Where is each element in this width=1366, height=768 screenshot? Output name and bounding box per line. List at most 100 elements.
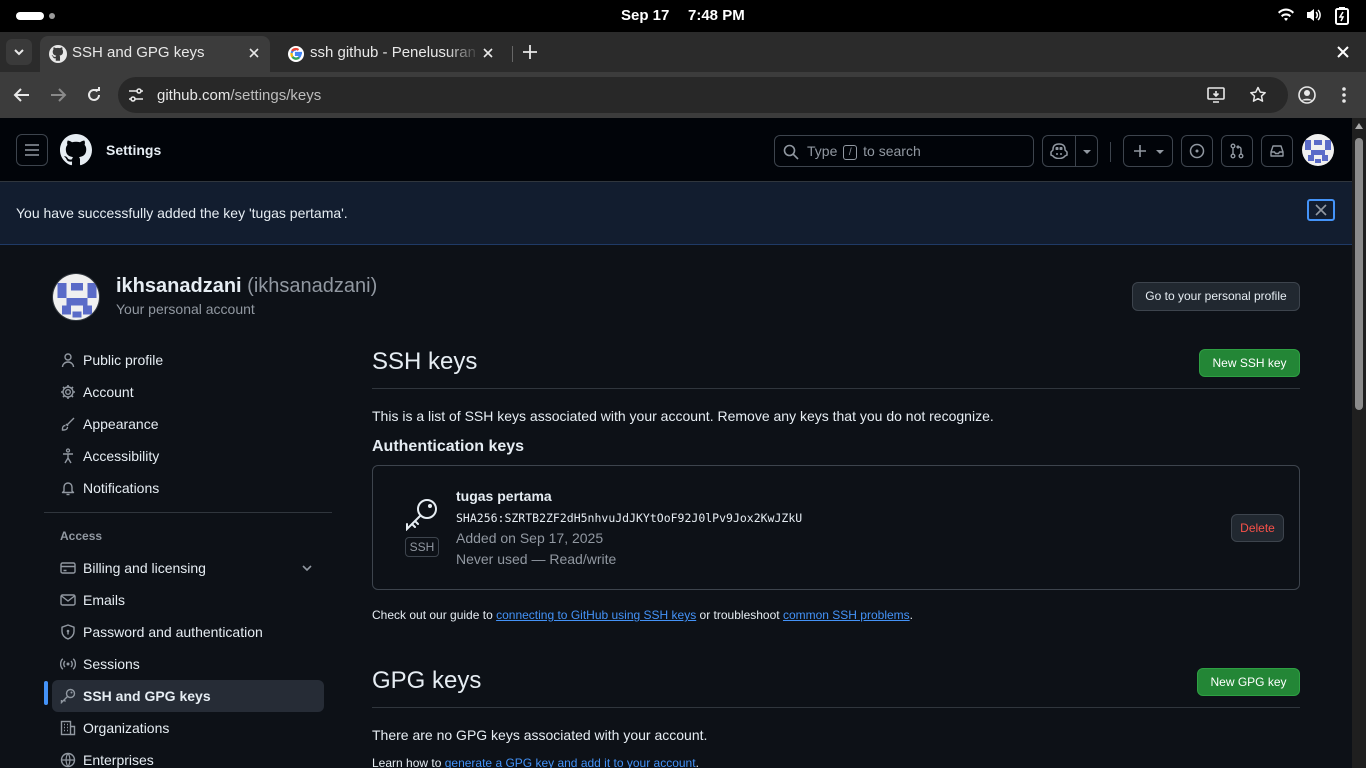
scrollbar-thumb[interactable] [1355, 138, 1363, 410]
new-gpg-key-button[interactable]: New GPG key [1197, 668, 1300, 696]
tab-ssh-gpg-keys[interactable]: SSH and GPG keys [40, 36, 270, 72]
sidebar-item-billing[interactable]: Billing and licensing [52, 552, 324, 584]
wifi-icon[interactable] [1277, 7, 1295, 23]
sidebar-item-appearance[interactable]: Appearance [52, 408, 324, 440]
global-nav-menu-button[interactable] [16, 134, 48, 166]
ssh-description: This is a list of SSH keys associated wi… [372, 408, 994, 424]
sidebar-item-label: Enterprises [83, 752, 154, 768]
search-icon [783, 144, 799, 160]
sidebar-item-label: Accessibility [83, 448, 160, 464]
sidebar-item-sessions[interactable]: Sessions [52, 648, 324, 680]
ssh-troubleshoot-link[interactable]: common SSH problems [783, 608, 910, 622]
key-icon [60, 688, 76, 704]
sidebar-item-enterprises[interactable]: Enterprises [52, 744, 324, 768]
key-icon [405, 497, 439, 531]
ssh-key-usage: Never used — Read/write [456, 551, 617, 567]
sidebar-item-label: Appearance [83, 416, 159, 432]
back-arrow-icon[interactable] [13, 87, 31, 103]
delete-ssh-key-button[interactable]: Delete [1231, 514, 1284, 542]
tab-google-search[interactable]: ssh github - Penelusuran Google [278, 36, 504, 72]
inbox-icon [1269, 143, 1285, 159]
copilot-button[interactable] [1042, 135, 1098, 167]
address-bar[interactable]: github.com/settings/keys [118, 77, 1288, 113]
issues-button[interactable] [1181, 135, 1213, 167]
sidebar-item-organizations[interactable]: Organizations [52, 712, 324, 744]
accessibility-icon [60, 448, 76, 464]
new-ssh-key-button[interactable]: New SSH key [1199, 349, 1300, 377]
search-input[interactable]: Type / to search [774, 135, 1034, 167]
github-logo-icon[interactable] [60, 134, 92, 166]
search-placeholder-post: to search [863, 143, 921, 159]
sidebar-item-public-profile[interactable]: Public profile [52, 344, 324, 376]
site-info-icon[interactable] [128, 88, 144, 102]
user-avatar-menu[interactable] [1302, 134, 1334, 166]
ssh-guide-link[interactable]: connecting to GitHub using SSH keys [496, 608, 696, 622]
reload-icon[interactable] [86, 87, 102, 103]
forward-arrow-icon[interactable] [49, 87, 67, 103]
page-scrollbar[interactable] [1352, 118, 1366, 768]
chevron-down-icon[interactable] [300, 561, 314, 575]
browser-menu-icon[interactable] [1342, 86, 1346, 104]
ssh-keys-heading: SSH keys [372, 348, 478, 375]
install-app-icon[interactable] [1207, 87, 1225, 103]
ssh-guide-text: Check out our guide to connecting to Git… [372, 608, 913, 622]
close-icon [1314, 203, 1328, 217]
person-icon [60, 352, 76, 368]
ssh-key-added-date: Added on Sep 17, 2025 [456, 530, 604, 546]
chevron-down-icon [1155, 149, 1165, 155]
battery-icon[interactable] [1335, 7, 1349, 25]
close-tab-icon[interactable] [246, 45, 262, 61]
organization-icon [60, 720, 76, 736]
user-avatar [52, 273, 100, 321]
close-tab-icon[interactable] [480, 45, 496, 61]
create-new-button[interactable] [1123, 135, 1173, 167]
bookmark-star-icon[interactable] [1249, 86, 1267, 104]
sidebar-item-account[interactable]: Account [52, 376, 324, 408]
learn-text-post: . [695, 756, 699, 768]
sidebar-item-emails[interactable]: Emails [52, 584, 324, 616]
sidebar-selected-indicator [44, 681, 48, 705]
new-tab-plus-icon[interactable] [519, 41, 541, 63]
sidebar-item-password-auth[interactable]: Password and authentication [52, 616, 324, 648]
go-to-profile-button[interactable]: Go to your personal profile [1132, 282, 1300, 311]
sidebar-item-ssh-gpg-keys[interactable]: SSH and GPG keys [52, 680, 324, 712]
url-path: /settings/keys [230, 87, 322, 104]
search-placeholder-pre: Type [807, 143, 838, 159]
dismiss-flash-button[interactable] [1307, 199, 1335, 221]
os-time[interactable]: 7:48 PM [688, 7, 745, 24]
activities-indicator[interactable] [16, 12, 44, 20]
sidebar-item-accessibility[interactable]: Accessibility [52, 440, 324, 472]
sidebar-item-label: Public profile [83, 352, 164, 368]
page-context-title[interactable]: Settings [106, 142, 161, 158]
bell-icon [60, 480, 76, 496]
plus-icon [1132, 143, 1148, 159]
gpg-keys-heading: GPG keys [372, 667, 482, 694]
guide-text-mid: or troubleshoot [699, 608, 780, 622]
tab-label: ssh github - Penelusuran Google [310, 44, 480, 61]
tab-separator [512, 46, 513, 62]
sidebar-divider [44, 512, 332, 513]
sidebar-item-label: Password and authentication [83, 624, 263, 640]
gpg-generate-link[interactable]: generate a GPG key and add it to your ac… [445, 756, 696, 768]
volume-icon[interactable] [1305, 7, 1323, 23]
inbox-button[interactable] [1261, 135, 1293, 167]
copilot-icon [1050, 143, 1068, 159]
url-text: github.com/settings/keys [157, 87, 321, 104]
sidebar-item-label: Emails [83, 592, 126, 608]
sidebar-item-notifications[interactable]: Notifications [52, 472, 324, 504]
sidebar-group-heading: Access [60, 529, 103, 543]
issue-opened-icon [1189, 143, 1205, 159]
section-divider [372, 707, 1300, 708]
user-name: ikhsanadzani [116, 275, 242, 297]
flash-message: You have successfully added the key 'tug… [16, 205, 348, 221]
gpg-empty-text: There are no GPG keys associated with yo… [372, 727, 708, 743]
pull-requests-button[interactable] [1221, 135, 1253, 167]
chevron-down-icon[interactable] [1082, 149, 1092, 155]
scroll-up-arrow-icon[interactable] [1355, 123, 1363, 129]
shield-lock-icon [60, 624, 76, 640]
user-login: (ikhsanadzani) [247, 275, 378, 297]
os-date[interactable]: Sep 17 [621, 7, 669, 24]
profile-account-icon[interactable] [1298, 86, 1316, 104]
tab-search-button[interactable] [6, 39, 32, 65]
close-window-icon[interactable] [1334, 43, 1352, 61]
